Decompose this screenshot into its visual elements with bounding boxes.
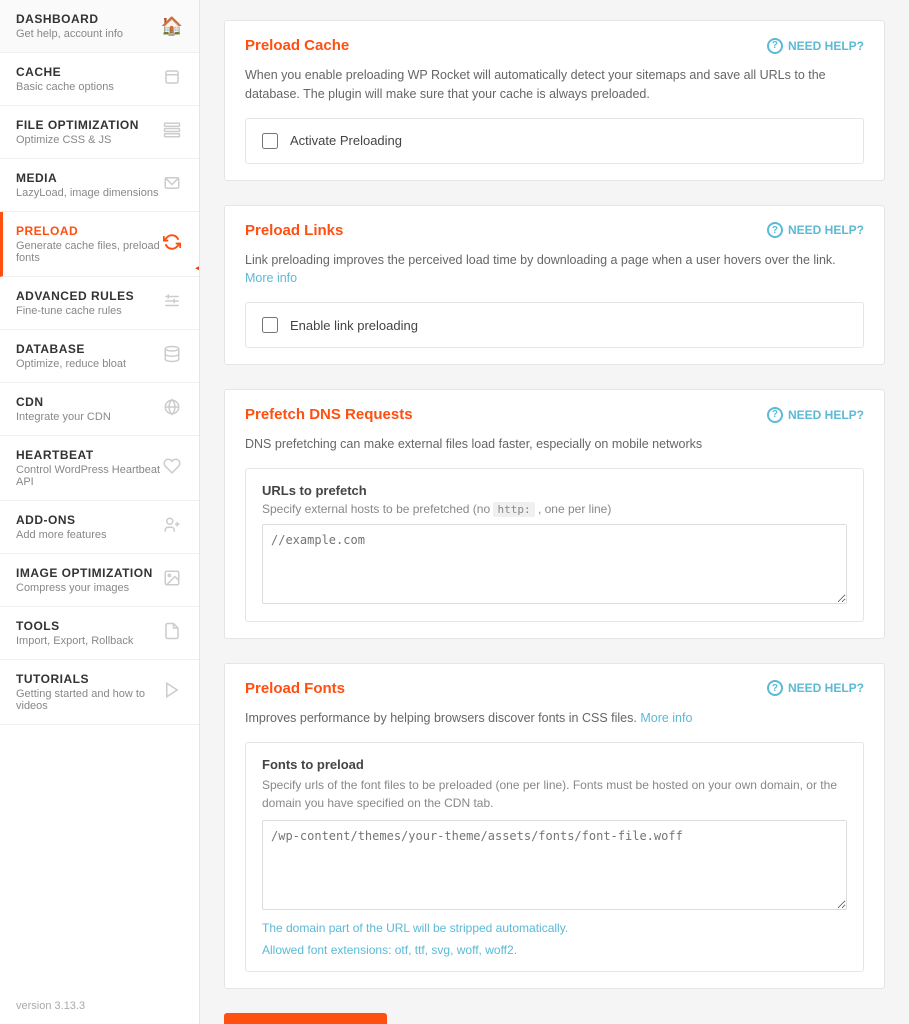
sidebar-item-file-optimization[interactable]: FILE OPTIMIZATION Optimize CSS & JS bbox=[0, 106, 199, 159]
preload-fonts-title: Preload Fonts bbox=[245, 680, 345, 697]
preload-cache-section: Preload Cache ? NEED HELP? When you enab… bbox=[224, 20, 885, 181]
prefetch-dns-need-help[interactable]: ? NEED HELP? bbox=[767, 407, 864, 423]
prefetch-dns-title: Prefetch DNS Requests bbox=[245, 406, 413, 423]
file-optimization-icon bbox=[161, 121, 183, 144]
sidebar: DASHBOARD Get help, account info 🏠 CACHE… bbox=[0, 0, 200, 1024]
preload-fonts-hint-2: Allowed font extensions: otf, ttf, svg, … bbox=[262, 943, 847, 957]
preload-fonts-header: Preload Fonts ? NEED HELP? bbox=[225, 664, 884, 705]
preload-cache-title: Preload Cache bbox=[245, 37, 349, 54]
help-circle-icon-3: ? bbox=[767, 407, 783, 423]
prefetch-dns-field-label: URLs to prefetch bbox=[262, 483, 847, 498]
preload-cache-desc: When you enable preloading WP Rocket wil… bbox=[225, 62, 884, 118]
sidebar-item-cdn[interactable]: CDN Integrate your CDN bbox=[0, 383, 199, 436]
image-optimization-icon bbox=[161, 569, 183, 592]
preload-links-body: Enable link preloading bbox=[225, 302, 884, 364]
prefetch-dns-body: URLs to prefetch Specify external hosts … bbox=[225, 468, 884, 638]
preload-fonts-field-desc: Specify urls of the font files to be pre… bbox=[262, 776, 847, 812]
sidebar-item-tutorials[interactable]: TUTORIALS Getting started and how to vid… bbox=[0, 660, 199, 725]
prefetch-dns-header: Prefetch DNS Requests ? NEED HELP? bbox=[225, 390, 884, 431]
sidebar-item-database[interactable]: DATABASE Optimize, reduce bloat bbox=[0, 330, 199, 383]
prefetch-dns-desc: DNS prefetching can make external files … bbox=[225, 431, 884, 468]
help-circle-icon-4: ? bbox=[767, 680, 783, 696]
sidebar-item-tools[interactable]: TOOLS Import, Export, Rollback bbox=[0, 607, 199, 660]
main-content: Preload Cache ? NEED HELP? When you enab… bbox=[200, 0, 909, 1024]
preload-cache-need-help[interactable]: ? NEED HELP? bbox=[767, 38, 864, 54]
prefetch-dns-field-desc: Specify external hosts to be prefetched … bbox=[262, 502, 847, 516]
advanced-rules-icon bbox=[161, 292, 183, 315]
preload-fonts-field-label: Fonts to preload bbox=[262, 757, 847, 772]
http-code: http: bbox=[493, 502, 534, 517]
prefetch-dns-textarea-box: URLs to prefetch Specify external hosts … bbox=[245, 468, 864, 622]
preload-links-section: Preload Links ? NEED HELP? Link preloadi… bbox=[224, 205, 885, 366]
enable-link-preloading-checkbox[interactable] bbox=[262, 317, 278, 333]
preload-fonts-hint-1: The domain part of the URL will be strip… bbox=[262, 921, 847, 935]
preload-icon bbox=[161, 233, 183, 256]
preload-links-desc: Link preloading improves the perceived l… bbox=[225, 247, 884, 303]
activate-preloading-label[interactable]: Activate Preloading bbox=[290, 133, 402, 148]
preload-links-title: Preload Links bbox=[245, 222, 343, 239]
prefetch-dns-section: Prefetch DNS Requests ? NEED HELP? DNS p… bbox=[224, 389, 885, 639]
preload-fonts-desc: Improves performance by helping browsers… bbox=[225, 705, 884, 742]
preload-fonts-textarea-box: Fonts to preload Specify urls of the fon… bbox=[245, 742, 864, 972]
activate-preloading-option: Activate Preloading bbox=[245, 118, 864, 164]
preload-fonts-body: Fonts to preload Specify urls of the fon… bbox=[225, 742, 884, 988]
sidebar-item-preload[interactable]: PRELOAD Generate cache files, preload fo… bbox=[0, 212, 199, 277]
sidebar-item-add-ons[interactable]: ADD-ONS Add more features bbox=[0, 501, 199, 554]
sidebar-item-cache[interactable]: CACHE Basic cache options bbox=[0, 53, 199, 106]
cdn-icon bbox=[161, 398, 183, 421]
activate-preloading-checkbox[interactable] bbox=[262, 133, 278, 149]
preload-links-header: Preload Links ? NEED HELP? bbox=[225, 206, 884, 247]
preload-fonts-more-info[interactable]: More info bbox=[640, 711, 692, 725]
help-circle-icon: ? bbox=[767, 38, 783, 54]
preload-fonts-section: Preload Fonts ? NEED HELP? Improves perf… bbox=[224, 663, 885, 989]
preload-fonts-textarea[interactable] bbox=[262, 820, 847, 910]
enable-link-preloading-label[interactable]: Enable link preloading bbox=[290, 318, 418, 333]
save-changes-button[interactable]: SAVE CHANGES bbox=[224, 1013, 387, 1024]
sidebar-item-image-optimization[interactable]: IMAGE OPTIMIZATION Compress your images bbox=[0, 554, 199, 607]
sidebar-item-media[interactable]: MEDIA LazyLoad, image dimensions bbox=[0, 159, 199, 212]
prefetch-dns-textarea[interactable] bbox=[262, 524, 847, 604]
database-icon bbox=[161, 345, 183, 368]
heartbeat-icon bbox=[161, 457, 183, 480]
sidebar-item-heartbeat[interactable]: HEARTBEAT Control WordPress Heartbeat AP… bbox=[0, 436, 199, 501]
preload-cache-header: Preload Cache ? NEED HELP? bbox=[225, 21, 884, 62]
help-circle-icon-2: ? bbox=[767, 222, 783, 238]
preload-links-more-info[interactable]: More info bbox=[245, 271, 297, 285]
sidebar-item-dashboard[interactable]: DASHBOARD Get help, account info 🏠 bbox=[0, 0, 199, 53]
version-label: version 3.13.3 bbox=[0, 988, 199, 1024]
preload-cache-body: Activate Preloading bbox=[225, 118, 884, 180]
tools-icon bbox=[161, 622, 183, 645]
add-ons-icon bbox=[161, 516, 183, 539]
tutorials-icon bbox=[161, 681, 183, 704]
sidebar-item-advanced-rules[interactable]: ADVANCED RULES Fine-tune cache rules bbox=[0, 277, 199, 330]
cache-icon bbox=[161, 68, 183, 91]
preload-fonts-need-help[interactable]: ? NEED HELP? bbox=[767, 680, 864, 696]
preload-links-need-help[interactable]: ? NEED HELP? bbox=[767, 222, 864, 238]
home-icon: 🏠 bbox=[161, 16, 183, 37]
enable-link-preloading-option: Enable link preloading bbox=[245, 302, 864, 348]
media-icon bbox=[161, 174, 183, 197]
